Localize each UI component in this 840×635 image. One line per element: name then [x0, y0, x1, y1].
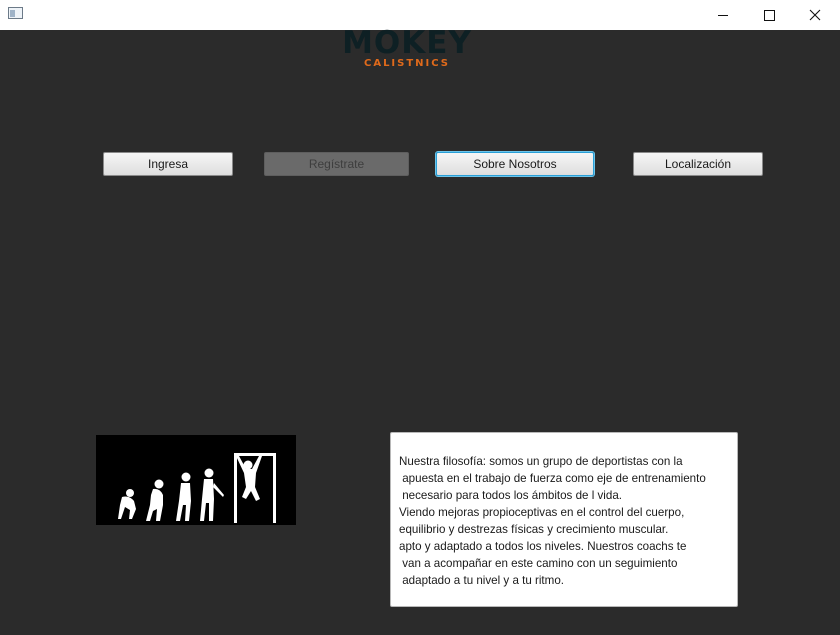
main-panel: MOKEY CALISTNICS Ingresa Regístrate Sobr…	[0, 25, 840, 635]
about-line: apto y adaptado a todos los niveles. Nue…	[399, 540, 687, 553]
about-line: adaptado a tu nivel y a tu ritmo.	[399, 574, 564, 587]
sobre-nosotros-button[interactable]: Sobre Nosotros	[436, 152, 594, 176]
about-text-area[interactable]: Nuestra filosofía: somos un grupo de dep…	[390, 432, 738, 607]
maximize-button[interactable]	[746, 0, 792, 30]
logo: MOKEY CALISTNICS	[334, 25, 480, 70]
ingresa-button[interactable]: Ingresa	[103, 152, 233, 176]
minimize-button[interactable]	[700, 0, 746, 30]
app-icon	[8, 7, 23, 19]
registrate-button[interactable]: Regístrate	[264, 152, 409, 176]
evolution-silhouette-icon	[118, 453, 276, 523]
about-line: van a acompañar en este camino con un se…	[399, 557, 678, 570]
close-icon	[809, 9, 821, 21]
logo-main-text: MOKEY	[342, 25, 472, 61]
about-line: necesario para todos los ámbitos de l vi…	[399, 489, 622, 502]
localizacion-button[interactable]: Localización	[633, 152, 763, 176]
close-button[interactable]	[792, 0, 838, 30]
about-line: Viendo mejoras propioceptivas en el cont…	[399, 506, 685, 519]
about-line: apuesta en el trabajo de fuerza como eje…	[399, 472, 706, 485]
about-line: Nuestra filosofía: somos un grupo de dep…	[399, 455, 683, 468]
maximize-icon	[763, 9, 775, 21]
minimize-icon	[718, 14, 728, 16]
about-line: equilibrio y destrezas físicas y crecimi…	[399, 523, 669, 536]
evolution-image	[96, 435, 296, 525]
